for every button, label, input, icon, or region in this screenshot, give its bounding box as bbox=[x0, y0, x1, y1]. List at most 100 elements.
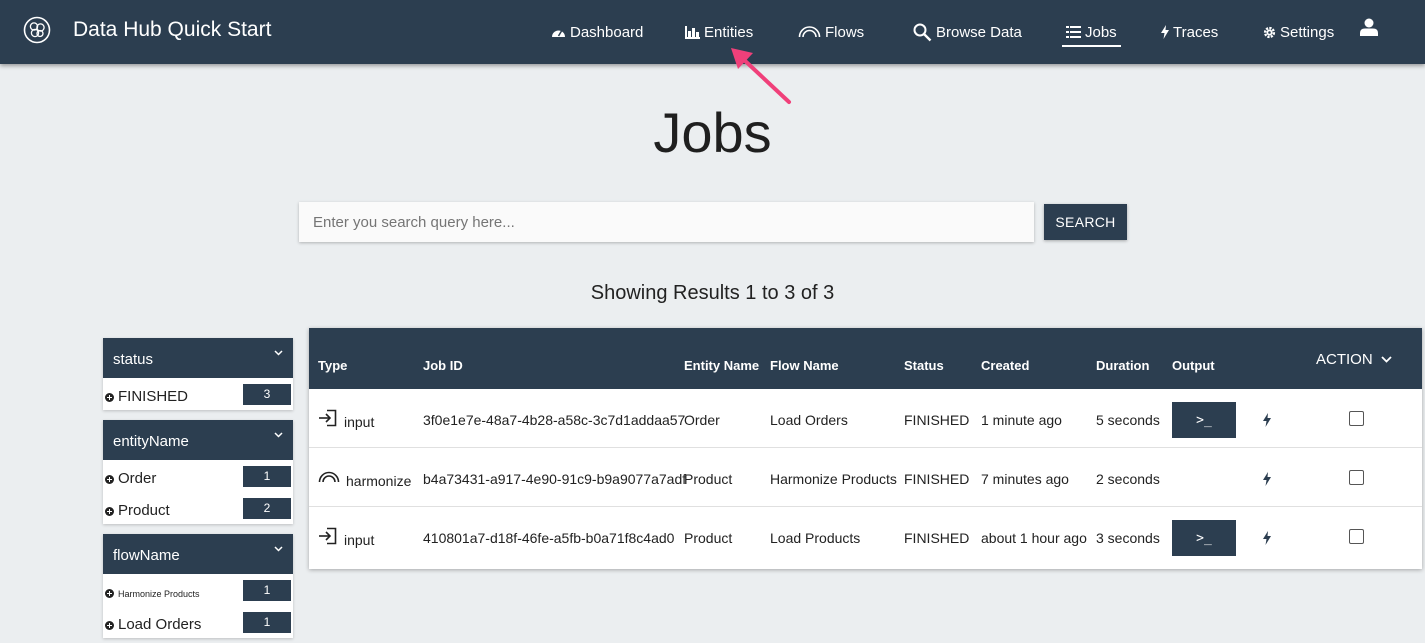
facet-entity-name-title: entityName bbox=[113, 433, 189, 450]
facet-flow-name-title: flowName bbox=[113, 547, 180, 564]
harmonize-arc-icon bbox=[318, 471, 340, 483]
row-checkbox[interactable] bbox=[1349, 411, 1364, 426]
search-input[interactable] bbox=[299, 202, 1034, 242]
facet-item-label: Load Orders bbox=[118, 616, 202, 633]
column-header-duration[interactable]: Duration bbox=[1096, 358, 1149, 373]
nav-jobs[interactable]: Jobs bbox=[1062, 22, 1121, 47]
facet-item-label: FINISHED bbox=[118, 388, 189, 405]
nav-settings[interactable]: Settings bbox=[1263, 22, 1334, 42]
facet-item[interactable]: Load Orders 1 bbox=[103, 606, 293, 638]
facet-item-count: 3 bbox=[243, 384, 291, 405]
table-row: harmonize b4a73431-a917-4e90-91c9-b9a907… bbox=[309, 448, 1422, 507]
search-icon bbox=[913, 23, 932, 41]
nav-jobs-label: Jobs bbox=[1085, 23, 1117, 41]
table-row: input 410801a7-d18f-46fe-a5fb-b0a71f8c4a… bbox=[309, 507, 1422, 566]
user-icon[interactable] bbox=[1360, 18, 1378, 36]
job-duration: 2 seconds bbox=[1096, 471, 1160, 487]
entity-name: Order bbox=[684, 412, 720, 428]
annotation-arrow-icon bbox=[731, 48, 791, 104]
job-id: 3f0e1e7e-48a7-4b28-a58c-3c7d1addaa57 bbox=[423, 412, 686, 428]
gear-icon bbox=[1263, 26, 1276, 38]
facet-item[interactable]: FINISHED 3 bbox=[103, 378, 293, 410]
column-header-job-id[interactable]: Job ID bbox=[423, 358, 463, 373]
column-header-entity-name[interactable]: Entity Name bbox=[684, 358, 759, 373]
output-button[interactable]: >_ bbox=[1172, 402, 1236, 438]
job-status: FINISHED bbox=[904, 412, 970, 428]
output-button[interactable]: >_ bbox=[1172, 520, 1236, 556]
data-hub-logo-icon[interactable] bbox=[23, 16, 51, 44]
entity-name: Product bbox=[684, 471, 733, 487]
flow-name: Harmonize Products bbox=[770, 471, 897, 487]
nav-traces[interactable]: Traces bbox=[1161, 22, 1218, 42]
plus-circle-icon bbox=[105, 589, 114, 598]
row-checkbox[interactable] bbox=[1349, 529, 1364, 544]
flow-name: Load Orders bbox=[770, 412, 848, 428]
nav-traces-label: Traces bbox=[1173, 23, 1219, 41]
action-menu-label: ACTION bbox=[1316, 351, 1373, 368]
row-checkbox[interactable] bbox=[1349, 470, 1364, 485]
facet-item-count: 1 bbox=[243, 466, 291, 487]
dashboard-icon bbox=[552, 30, 565, 37]
type-cell: input bbox=[318, 524, 374, 548]
facet-item-label: Harmonize Products bbox=[118, 589, 200, 599]
facet-entity-name: entityName Order 1 Product 2 bbox=[103, 420, 293, 524]
nav-browse-data-label: Browse Data bbox=[936, 23, 1022, 41]
job-type: input bbox=[344, 532, 375, 548]
job-status: FINISHED bbox=[904, 530, 970, 546]
lightning-icon[interactable] bbox=[1263, 472, 1271, 486]
chevron-down-icon bbox=[274, 432, 283, 438]
bar-chart-icon bbox=[685, 25, 700, 39]
column-header-type[interactable]: Type bbox=[318, 358, 347, 373]
facet-item-label: Product bbox=[118, 502, 170, 519]
facet-status-header[interactable]: status bbox=[103, 338, 293, 378]
lightning-icon bbox=[1161, 25, 1169, 39]
facet-item[interactable]: Harmonize Products 1 bbox=[103, 574, 293, 606]
top-nav-bar: Data Hub Quick Start Dashboard Entities … bbox=[0, 0, 1425, 64]
results-summary: Showing Results 1 to 3 of 3 bbox=[590, 282, 835, 304]
column-header-flow-name[interactable]: Flow Name bbox=[770, 358, 839, 373]
type-cell: harmonize bbox=[318, 465, 411, 489]
column-header-created[interactable]: Created bbox=[981, 358, 1029, 373]
type-cell: input bbox=[318, 406, 374, 430]
list-icon bbox=[1066, 26, 1081, 38]
facet-item[interactable]: Product 2 bbox=[103, 492, 293, 524]
nav-dashboard-label: Dashboard bbox=[570, 23, 644, 41]
entity-name: Product bbox=[684, 530, 733, 546]
table-row: input 3f0e1e7e-48a7-4b28-a58c-3c7d1addaa… bbox=[309, 389, 1422, 448]
page-title: Jobs bbox=[653, 101, 772, 164]
job-status: FINISHED bbox=[904, 471, 970, 487]
facet-item[interactable]: Order 1 bbox=[103, 460, 293, 492]
facet-item-label: Order bbox=[118, 470, 157, 487]
nav-flows[interactable]: Flows bbox=[798, 22, 864, 42]
facet-item-count: 2 bbox=[243, 498, 291, 519]
chevron-down-icon bbox=[274, 546, 283, 552]
plus-circle-icon bbox=[105, 475, 114, 484]
nav-flows-label: Flows bbox=[825, 23, 865, 41]
job-type: harmonize bbox=[346, 473, 412, 489]
chevron-down-icon bbox=[1381, 356, 1392, 363]
job-duration: 5 seconds bbox=[1096, 412, 1160, 428]
lightning-icon[interactable] bbox=[1263, 531, 1271, 545]
facet-entity-name-header[interactable]: entityName bbox=[103, 420, 293, 460]
nav-browse-data[interactable]: Browse Data bbox=[913, 22, 1022, 42]
sign-in-icon bbox=[319, 409, 337, 427]
nav-dashboard[interactable]: Dashboard bbox=[551, 22, 643, 42]
job-created: about 1 hour ago bbox=[981, 530, 1087, 546]
column-header-status[interactable]: Status bbox=[904, 358, 944, 373]
action-menu[interactable]: ACTION bbox=[1316, 351, 1392, 368]
app-title[interactable]: Data Hub Quick Start bbox=[73, 18, 271, 42]
facet-flow-name: flowName Harmonize Products 1 Load Order… bbox=[103, 534, 293, 638]
nav-settings-label: Settings bbox=[1280, 23, 1335, 41]
flows-arc-icon bbox=[798, 26, 821, 38]
plus-circle-icon bbox=[105, 621, 114, 630]
lightning-icon[interactable] bbox=[1263, 413, 1271, 427]
facet-status-title: status bbox=[113, 351, 154, 368]
sign-in-icon bbox=[319, 527, 337, 545]
job-created: 1 minute ago bbox=[981, 412, 1062, 428]
plus-circle-icon bbox=[105, 393, 114, 402]
facet-status: status FINISHED 3 bbox=[103, 338, 293, 410]
search-button[interactable]: SEARCH bbox=[1044, 204, 1127, 240]
job-type: input bbox=[344, 414, 375, 430]
facet-flow-name-header[interactable]: flowName bbox=[103, 534, 293, 574]
flow-name: Load Products bbox=[770, 530, 861, 546]
